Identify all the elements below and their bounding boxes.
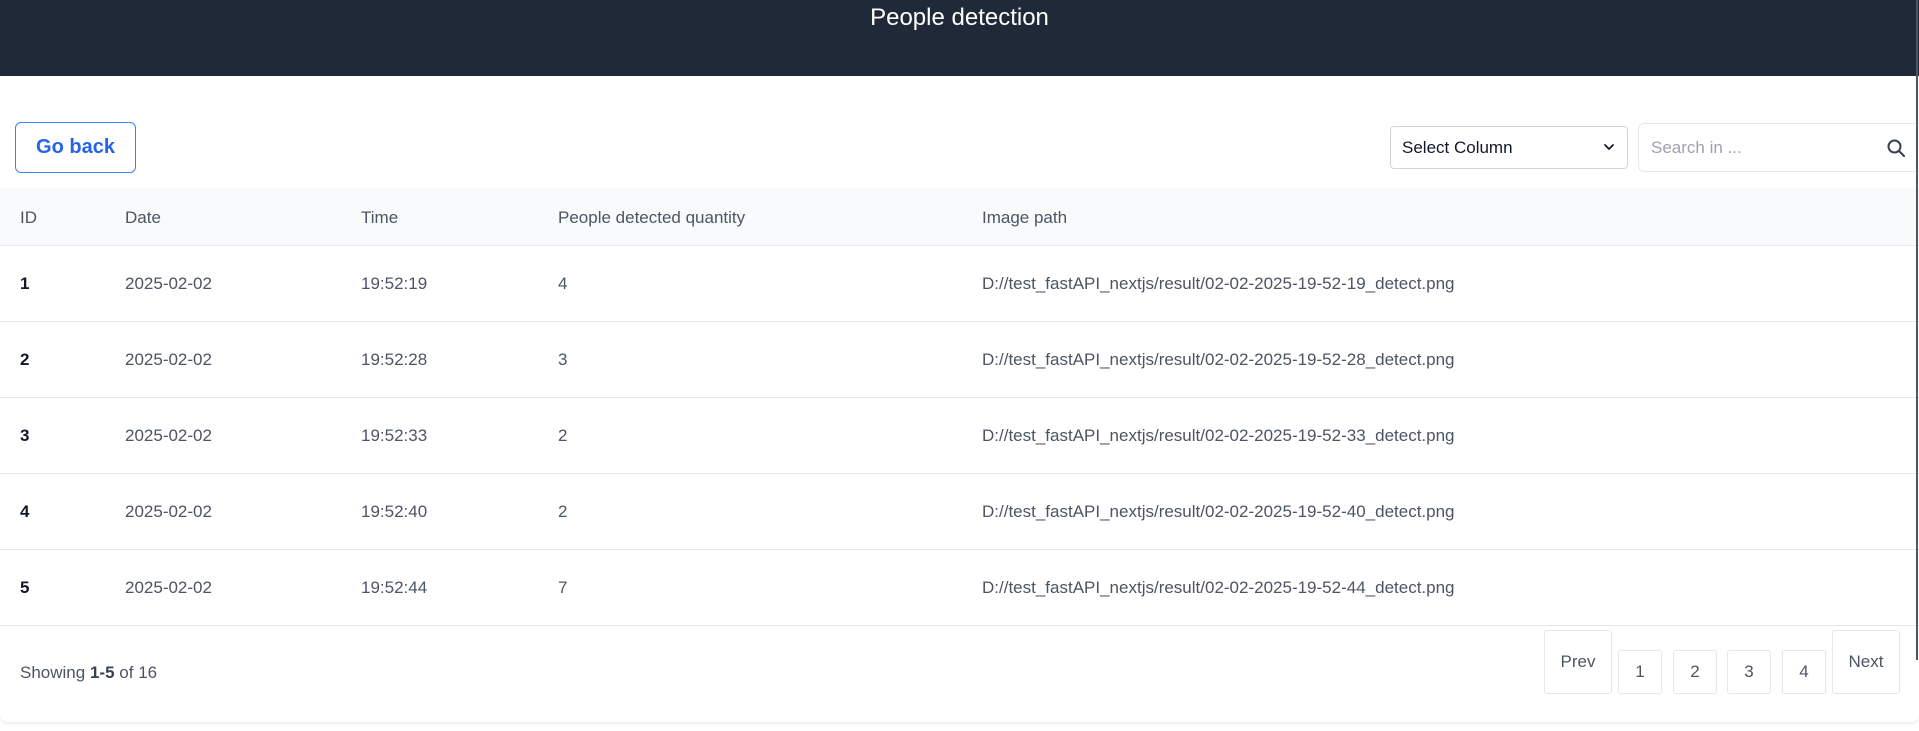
search-input[interactable] xyxy=(1651,134,1871,162)
page-button-1[interactable]: 1 xyxy=(1618,650,1662,694)
page-button-2[interactable]: 2 xyxy=(1673,650,1717,694)
showing-total: 16 xyxy=(138,663,158,682)
cell-quantity: 2 xyxy=(558,502,568,521)
app-header: People detection xyxy=(0,0,1919,76)
cell-quantity: 3 xyxy=(558,350,568,369)
next-page-button[interactable]: Next xyxy=(1832,630,1900,694)
table-row: 1 2025-02-02 19:52:19 4 D://test_fastAPI… xyxy=(0,246,1919,322)
showing-range: 1-5 xyxy=(89,663,115,682)
cell-date: 2025-02-02 xyxy=(125,426,212,445)
table-row: 4 2025-02-02 19:52:40 2 D://test_fastAPI… xyxy=(0,474,1919,550)
column-header-quantity: People detected quantity xyxy=(558,208,746,227)
pagination-footer: Showing 1-5 of 16 Prev 1 2 3 4 Next xyxy=(0,626,1919,722)
showing-count: Showing 1-5 of 16 xyxy=(20,663,157,683)
table-row: 5 2025-02-02 19:52:44 7 D://test_fastAPI… xyxy=(0,550,1919,626)
search-box xyxy=(1638,123,1919,172)
cell-date: 2025-02-02 xyxy=(125,578,212,597)
column-header-id: ID xyxy=(20,208,37,227)
cell-time: 19:52:33 xyxy=(361,426,428,445)
cell-id: 1 xyxy=(20,274,30,293)
cell-image-path: D://test_fastAPI_nextjs/result/02-02-202… xyxy=(982,578,1455,597)
select-column-dropdown[interactable]: Select Column xyxy=(1390,126,1628,169)
table-row: 2 2025-02-02 19:52:28 3 D://test_fastAPI… xyxy=(0,322,1919,398)
cell-quantity: 4 xyxy=(558,274,568,293)
cell-date: 2025-02-02 xyxy=(125,274,212,293)
column-header-time: Time xyxy=(361,208,399,227)
table-header: ID Date Time People detected quantity Im… xyxy=(0,188,1919,246)
go-back-button[interactable]: Go back xyxy=(15,122,136,173)
page-button-3[interactable]: 3 xyxy=(1727,650,1771,694)
prev-page-button[interactable]: Prev xyxy=(1544,630,1612,694)
cell-quantity: 7 xyxy=(558,578,568,597)
chevron-down-icon xyxy=(1604,144,1614,150)
cell-image-path: D://test_fastAPI_nextjs/result/02-02-202… xyxy=(982,502,1455,521)
showing-of: of xyxy=(119,663,134,682)
cell-date: 2025-02-02 xyxy=(125,502,212,521)
cell-id: 4 xyxy=(20,502,30,521)
cell-id: 3 xyxy=(20,426,30,445)
search-icon[interactable] xyxy=(1886,138,1906,158)
cell-image-path: D://test_fastAPI_nextjs/result/02-02-202… xyxy=(982,426,1455,445)
column-header-date: Date xyxy=(125,208,161,227)
cell-time: 19:52:19 xyxy=(361,274,428,293)
select-column-value: Select Column xyxy=(1402,137,1513,157)
cell-id: 2 xyxy=(20,350,30,369)
cell-image-path: D://test_fastAPI_nextjs/result/02-02-202… xyxy=(982,350,1455,369)
table-row: 3 2025-02-02 19:52:33 2 D://test_fastAPI… xyxy=(0,398,1919,474)
cell-image-path: D://test_fastAPI_nextjs/result/02-02-202… xyxy=(982,274,1455,293)
cell-time: 19:52:44 xyxy=(361,578,428,597)
column-header-image-path: Image path xyxy=(982,208,1068,227)
cell-time: 19:52:28 xyxy=(361,350,428,369)
detections-table: ID Date Time People detected quantity Im… xyxy=(0,188,1919,722)
cell-date: 2025-02-02 xyxy=(125,350,212,369)
page-title: People detection xyxy=(870,4,1049,31)
cell-quantity: 2 xyxy=(558,426,568,445)
cell-time: 19:52:40 xyxy=(361,502,428,521)
showing-prefix: Showing xyxy=(20,663,86,682)
page-button-4[interactable]: 4 xyxy=(1782,650,1826,694)
cell-id: 5 xyxy=(20,578,30,597)
scrollbar-thumb[interactable] xyxy=(1916,0,1918,660)
